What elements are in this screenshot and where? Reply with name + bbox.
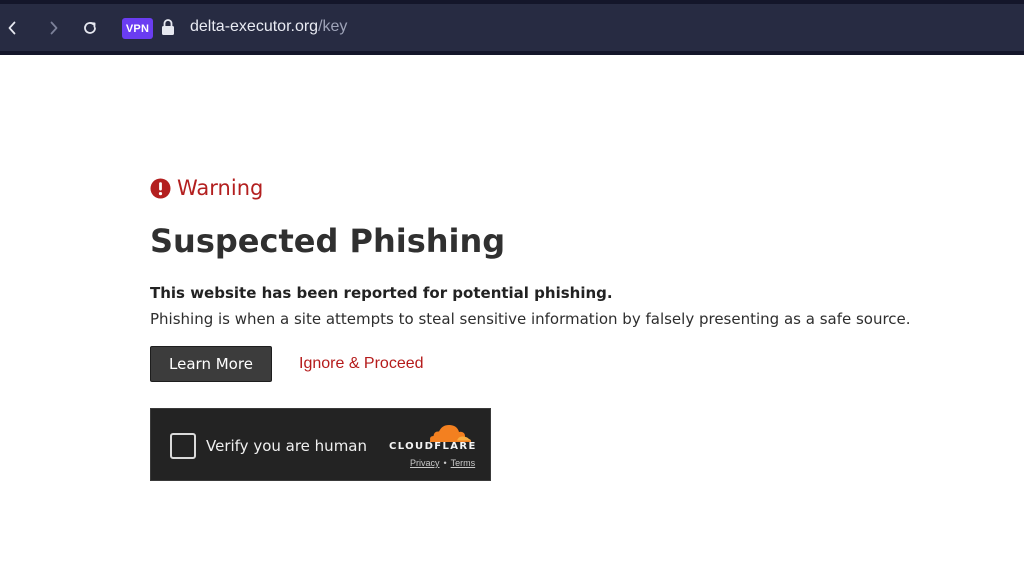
warning-label: Warning bbox=[177, 176, 264, 200]
exclamation-circle-icon bbox=[150, 178, 171, 198]
page-title: Suspected Phishing bbox=[150, 222, 506, 260]
learn-more-button[interactable]: Learn More bbox=[150, 346, 272, 382]
terms-link[interactable]: Terms bbox=[451, 458, 476, 468]
lock-icon[interactable] bbox=[161, 18, 175, 36]
toolbar-top-edge bbox=[0, 0, 1024, 4]
verify-label: Verify you are human bbox=[206, 437, 368, 455]
verify-checkbox[interactable] bbox=[170, 433, 196, 459]
cloudflare-links: Privacy • Terms bbox=[410, 457, 475, 469]
cloudflare-wordmark: CLOUDFLARE bbox=[389, 441, 477, 452]
warning-description: Phishing is when a site attempts to stea… bbox=[150, 310, 911, 328]
browser-toolbar: VPN delta-executor.org/key bbox=[0, 0, 1024, 55]
ignore-proceed-link[interactable]: Ignore & Proceed bbox=[299, 354, 424, 374]
cloudflare-turnstile-widget: Verify you are human CLOUDFLARE Privacy •… bbox=[150, 408, 491, 481]
forward-button[interactable] bbox=[42, 14, 66, 42]
warning-heading: Warning bbox=[150, 174, 263, 202]
cloudflare-cloud-icon bbox=[430, 425, 471, 442]
reload-button[interactable] bbox=[78, 14, 102, 42]
link-separator: • bbox=[443, 458, 447, 468]
vpn-badge[interactable]: VPN bbox=[122, 18, 153, 39]
chevron-right-icon bbox=[50, 21, 58, 35]
back-button[interactable] bbox=[0, 14, 24, 42]
privacy-link[interactable]: Privacy bbox=[410, 458, 440, 468]
toolbar-bottom-edge bbox=[0, 51, 1024, 55]
url-path: /key bbox=[318, 18, 348, 35]
url-host: delta-executor.org bbox=[190, 18, 319, 35]
reload-icon bbox=[84, 22, 96, 34]
warning-lead-text: This website has been reported for poten… bbox=[150, 284, 613, 302]
address-bar[interactable]: delta-executor.org/key bbox=[190, 18, 347, 36]
chevron-left-icon bbox=[8, 21, 16, 35]
